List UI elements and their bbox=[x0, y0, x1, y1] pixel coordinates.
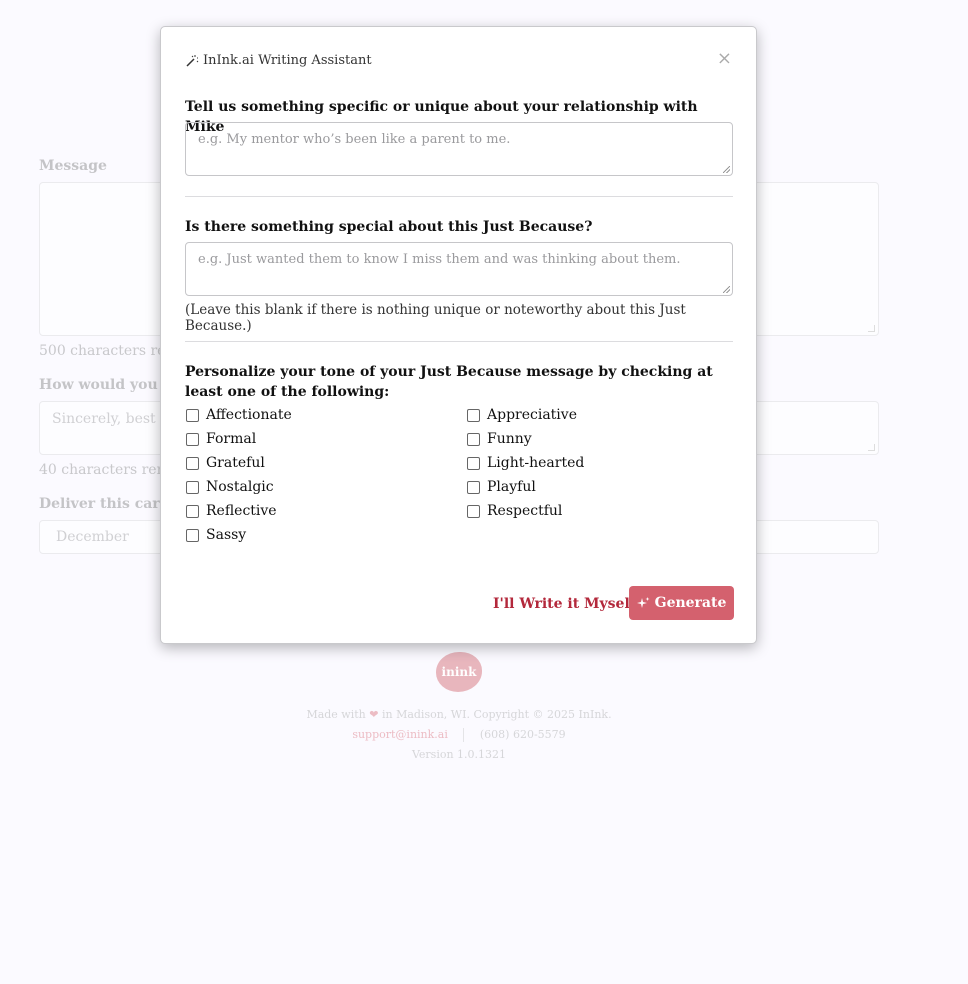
tone-checkbox[interactable] bbox=[467, 408, 480, 422]
divider bbox=[185, 196, 733, 197]
heart-icon: ❤ bbox=[369, 708, 379, 721]
tone-checkbox[interactable] bbox=[186, 480, 199, 494]
message-label: Message bbox=[39, 158, 107, 174]
footer-divider bbox=[463, 728, 465, 742]
tone-label: Grateful bbox=[206, 455, 265, 471]
message-char-count: 500 characters rer bbox=[39, 343, 173, 359]
writing-assistant-modal: InInk.ai Writing Assistant × Tell us som… bbox=[160, 26, 757, 644]
tone-label: Affectionate bbox=[206, 407, 292, 423]
tone-checkbox[interactable] bbox=[186, 456, 199, 470]
resize-grip[interactable] bbox=[723, 166, 730, 173]
tone-option[interactable]: Funny bbox=[467, 431, 532, 447]
tone-label: Formal bbox=[206, 431, 257, 447]
tone-label: Reflective bbox=[206, 503, 277, 519]
footer-contact: support@inink.ai (608) 620-5579 bbox=[0, 728, 918, 742]
tone-option[interactable]: Respectful bbox=[467, 503, 562, 519]
occasion-input[interactable]: e.g. Just wanted them to know I miss the… bbox=[185, 242, 733, 296]
occasion-placeholder: e.g. Just wanted them to know I miss the… bbox=[198, 252, 681, 267]
question-tone: Personalize your tone of your Just Becau… bbox=[185, 364, 713, 400]
inink-logo: inink bbox=[436, 652, 482, 692]
made-with-text: Made with bbox=[306, 708, 366, 721]
divider bbox=[185, 341, 733, 342]
tone-checkbox[interactable] bbox=[186, 408, 199, 422]
write-myself-button[interactable]: I'll Write it Myself bbox=[493, 596, 636, 612]
support-phone: (608) 620-5579 bbox=[479, 728, 566, 741]
copyright-text: in Madison, WI. Copyright © 2025 InInk. bbox=[381, 708, 612, 721]
tone-option[interactable]: Playful bbox=[467, 479, 536, 495]
tone-label: Appreciative bbox=[487, 407, 577, 423]
tone-option[interactable]: Nostalgic bbox=[186, 479, 274, 495]
resize-grip[interactable] bbox=[723, 286, 730, 293]
tone-checkbox[interactable] bbox=[186, 504, 199, 518]
tone-label: Light-hearted bbox=[487, 455, 585, 471]
modal-title-text: InInk.ai Writing Assistant bbox=[203, 53, 372, 68]
resize-grip bbox=[868, 325, 875, 332]
relationship-placeholder: e.g. My mentor who’s been like a parent … bbox=[198, 132, 511, 147]
tone-checkbox[interactable] bbox=[467, 432, 480, 446]
tone-option[interactable]: Appreciative bbox=[467, 407, 577, 423]
occasion-note: (Leave this blank if there is nothing un… bbox=[185, 302, 686, 334]
closing-label: How would you li bbox=[39, 377, 174, 393]
tone-checkbox[interactable] bbox=[186, 528, 199, 542]
generate-label: Generate bbox=[654, 595, 727, 611]
tone-option[interactable]: Sassy bbox=[186, 527, 246, 543]
closing-char-count: 40 characters rem bbox=[39, 462, 170, 478]
tone-checkbox[interactable] bbox=[467, 504, 480, 518]
tone-label: Funny bbox=[487, 431, 532, 447]
tone-label: Playful bbox=[487, 479, 536, 495]
tone-checkbox[interactable] bbox=[186, 432, 199, 446]
footer-copyright: Made with ❤ in Madison, WI. Copyright © … bbox=[0, 708, 918, 721]
question-occasion: Is there something special about this Ju… bbox=[185, 219, 593, 235]
tone-label: Nostalgic bbox=[206, 479, 274, 495]
tone-checkbox[interactable] bbox=[467, 456, 480, 470]
tone-option[interactable]: Formal bbox=[186, 431, 256, 447]
tone-label: Respectful bbox=[487, 503, 563, 519]
tone-option[interactable]: Light-hearted bbox=[467, 455, 584, 471]
resize-grip bbox=[868, 444, 875, 451]
deliver-date-value: December bbox=[56, 529, 129, 545]
footer-version: Version 1.0.1321 bbox=[411, 748, 507, 761]
tone-label: Sassy bbox=[206, 527, 247, 543]
tone-option[interactable]: Reflective bbox=[186, 503, 277, 519]
modal-title: InInk.ai Writing Assistant bbox=[185, 53, 372, 68]
tone-option[interactable]: Affectionate bbox=[186, 407, 292, 423]
closing-placeholder: Sincerely, best w bbox=[52, 411, 173, 427]
relationship-input[interactable]: e.g. My mentor who’s been like a parent … bbox=[185, 122, 733, 176]
sparkle-icon bbox=[636, 596, 650, 608]
support-email-link[interactable]: support@inink.ai bbox=[352, 728, 448, 741]
close-icon[interactable]: × bbox=[717, 50, 732, 68]
generate-button[interactable]: Generate bbox=[629, 586, 734, 620]
tone-option[interactable]: Grateful bbox=[186, 455, 265, 471]
magic-wand-icon bbox=[186, 54, 199, 67]
tone-checkbox[interactable] bbox=[467, 480, 480, 494]
